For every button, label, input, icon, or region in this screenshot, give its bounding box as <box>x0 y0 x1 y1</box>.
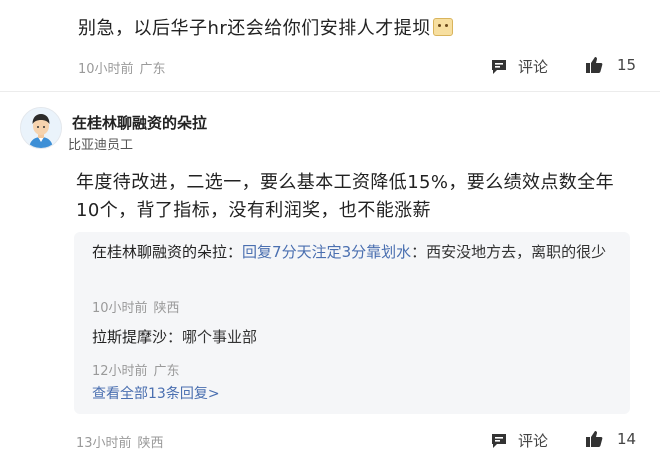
location: 广东 <box>139 62 166 77</box>
timestamp: 12小时前 <box>92 364 148 379</box>
reply-text: 西安没地方去，离职的很少 <box>426 243 607 261</box>
author-company: 比亚迪员工 <box>68 138 134 153</box>
reply-target-user[interactable]: 7分天注定3分靠划水 <box>272 243 411 261</box>
like-count: 15 <box>617 56 637 74</box>
timestamp: 10小时前 <box>92 301 148 316</box>
top-comment-text: 别急，以后华子hr还会给你们安排人才提坝 <box>78 14 453 40</box>
comment-body: 年度待改进，二选一，要么基本工资降低15%，要么绩效点数全年10个，背了指标，没… <box>76 172 615 221</box>
reply-author[interactable]: 拉斯提摩沙 <box>92 328 167 346</box>
reply-meta: 10小时前 陕西 <box>92 297 180 316</box>
comment-label: 评论 <box>518 58 549 76</box>
reply-author[interactable]: 在桂林聊融资的朵拉 <box>92 243 227 261</box>
top-comment-like-button[interactable]: 15 <box>585 56 636 74</box>
timestamp: 13小时前 <box>76 436 132 451</box>
timestamp: 10小时前 <box>78 62 134 77</box>
view-all-replies-link[interactable]: 查看全部13条回复> <box>92 383 220 403</box>
comment-label: 评论 <box>518 432 549 450</box>
comment-icon <box>492 433 506 448</box>
location: 广东 <box>153 364 180 379</box>
reply-text: 哪个事业部 <box>182 328 258 346</box>
reply-meta: 12小时前 广东 <box>92 360 180 379</box>
reply-prefix: 回复 <box>242 243 273 261</box>
comment-divider <box>0 91 660 92</box>
like-count: 14 <box>617 430 637 448</box>
comment-meta: 13小时前 陕西 <box>76 432 164 451</box>
location: 陕西 <box>153 301 180 316</box>
comment-icon <box>492 59 506 74</box>
top-comment-reply-button[interactable]: 评论 <box>490 56 548 77</box>
avatar-illustration-icon <box>21 108 61 148</box>
reply-item[interactable]: 拉斯提摩沙：哪个事业部 <box>92 326 612 348</box>
like-button[interactable]: 14 <box>585 430 636 448</box>
comment-author[interactable]: 在桂林聊融资的朵拉 <box>72 112 207 133</box>
thumbs-up-icon <box>586 431 603 447</box>
top-comment-meta: 10小时前 广东 <box>78 58 166 77</box>
comment-reply-button[interactable]: 评论 <box>490 430 548 451</box>
sweat-smile-emoji-icon <box>432 18 453 36</box>
location: 陕西 <box>137 436 164 451</box>
thumbs-up-icon <box>586 57 603 73</box>
reply-item[interactable]: 在桂林聊融资的朵拉：回复7分天注定3分靠划水：西安没地方去，离职的很少 <box>92 241 612 263</box>
avatar[interactable] <box>20 107 62 149</box>
